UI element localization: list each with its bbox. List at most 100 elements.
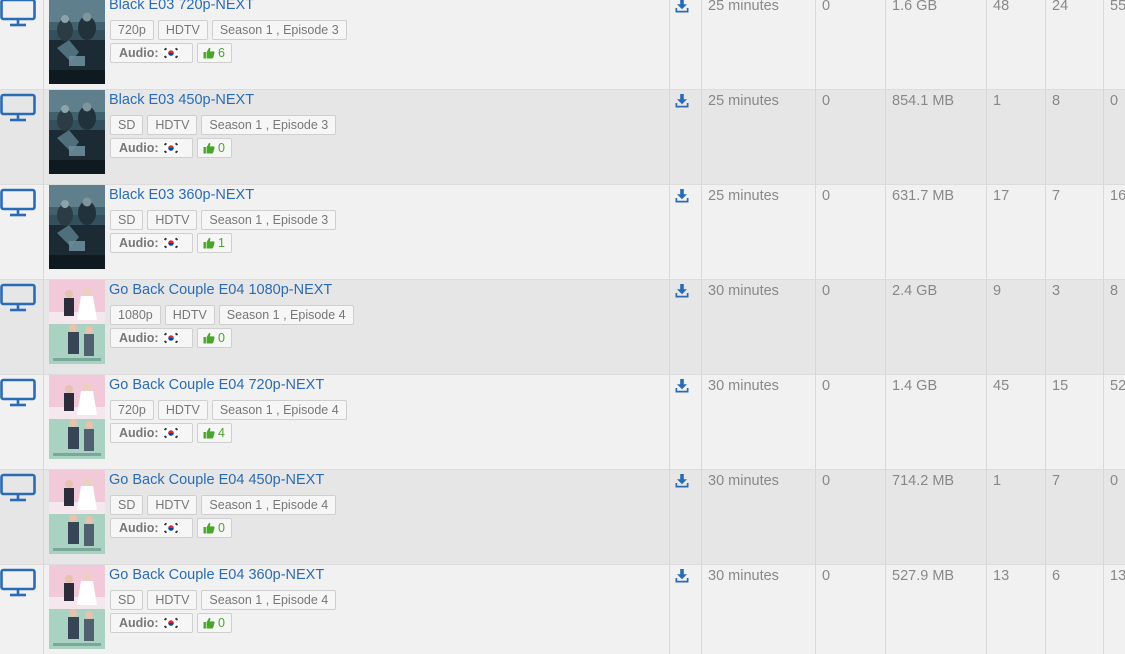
poster-image[interactable]	[49, 565, 105, 649]
tv-monitor-icon[interactable]	[0, 567, 36, 597]
leechers-cell: 6	[1046, 565, 1104, 654]
duration-cell: 25 minutes	[702, 185, 816, 280]
name-cell: Go Back Couple E04 360p-NEXT SD HDTV Seaso…	[44, 565, 670, 654]
download-icon[interactable]	[675, 0, 689, 13]
likes-count: 6	[218, 46, 225, 60]
south-korea-flag-icon	[162, 522, 179, 534]
audio-label: Audio:	[119, 141, 159, 155]
leechers-count: 7	[1052, 188, 1061, 204]
completed-count: 8	[1110, 283, 1119, 299]
size-cell: 714.2 MB	[886, 470, 987, 565]
seeders-cell: 48	[987, 0, 1046, 90]
likes-badge[interactable]: 4	[197, 423, 232, 443]
leechers-cell: 3	[1046, 280, 1104, 375]
likes-badge[interactable]: 0	[197, 613, 232, 633]
torrent-title-link[interactable]: Go Back Couple E04 720p-NEXT	[109, 377, 324, 393]
torrent-title-link[interactable]: Go Back Couple E04 1080p-NEXT	[109, 282, 332, 298]
tv-monitor-icon[interactable]	[0, 472, 36, 502]
meta-line: Audio: 4	[110, 423, 232, 443]
tag-list: SD HDTV Season 1 , Episode 3	[110, 115, 340, 135]
tv-monitor-icon[interactable]	[0, 187, 36, 217]
thumbs-up-icon	[203, 237, 215, 249]
poster-image[interactable]	[49, 375, 105, 459]
seeders-cell: 1	[987, 90, 1046, 185]
south-korea-flag-icon	[162, 332, 179, 344]
likes-badge[interactable]: 0	[197, 328, 232, 348]
size-value: 854.1 MB	[892, 93, 955, 109]
download-cell	[670, 280, 702, 375]
torrent-title-link[interactable]: Black E03 450p-NEXT	[109, 92, 254, 108]
comments-count: 0	[822, 283, 831, 299]
seeders-cell: 17	[987, 185, 1046, 280]
name-cell: Black E03 360p-NEXT SD HDTV Season 1 , Epi…	[44, 185, 670, 280]
download-icon[interactable]	[675, 189, 689, 203]
download-icon[interactable]	[675, 284, 689, 298]
torrent-title-link[interactable]: Black E03 360p-NEXT	[109, 187, 254, 203]
comments-cell: 0	[816, 470, 886, 565]
poster-image[interactable]	[49, 470, 105, 554]
likes-badge[interactable]: 0	[197, 518, 232, 538]
comments-count: 0	[822, 0, 831, 14]
likes-badge[interactable]: 1	[197, 233, 232, 253]
duration-cell: 30 minutes	[702, 470, 816, 565]
poster-image[interactable]	[49, 185, 105, 269]
size-cell: 1.6 GB	[886, 0, 987, 90]
likes-badge[interactable]: 6	[197, 43, 232, 63]
leechers-cell: 24	[1046, 0, 1104, 90]
source-tag: HDTV	[157, 20, 208, 40]
completed-count: 0	[1110, 473, 1119, 489]
poster-image[interactable]	[49, 0, 105, 84]
source-tag: HDTV	[147, 115, 198, 135]
category-cell	[0, 185, 44, 280]
duration-value: 25 minutes	[708, 188, 779, 204]
torrent-title-link[interactable]: Black E03 720p-NEXT	[109, 0, 254, 13]
quality-tag: SD	[110, 210, 144, 230]
completed-cell: 0	[1104, 470, 1125, 565]
torrent-title-link[interactable]: Go Back Couple E04 450p-NEXT	[109, 472, 324, 488]
download-icon[interactable]	[675, 94, 689, 108]
tv-monitor-icon[interactable]	[0, 92, 36, 122]
completed-count: 13	[1110, 568, 1125, 584]
seeders-count: 17	[993, 188, 1010, 204]
comments-cell: 0	[816, 185, 886, 280]
category-cell	[0, 280, 44, 375]
comments-cell: 0	[816, 565, 886, 654]
table-row: Black E03 450p-NEXT SD HDTV Season 1 , Epi…	[0, 90, 1125, 185]
table-row: Black E03 360p-NEXT SD HDTV Season 1 , Epi…	[0, 185, 1125, 280]
download-icon[interactable]	[675, 474, 689, 488]
likes-count: 0	[218, 616, 225, 630]
download-cell	[670, 375, 702, 470]
download-icon[interactable]	[675, 379, 689, 393]
table-row: Go Back Couple E04 450p-NEXT SD HDTV Seaso…	[0, 470, 1125, 565]
torrent-table: Black E03 720p-NEXT 720p HDTV Season 1 , E…	[0, 0, 1125, 654]
audio-badge: Audio:	[110, 423, 193, 443]
duration-value: 30 minutes	[708, 568, 779, 584]
leechers-count: 8	[1052, 93, 1061, 109]
completed-cell: 13	[1104, 565, 1125, 654]
tag-list: 1080p HDTV Season 1 , Episode 4	[110, 305, 358, 325]
likes-badge[interactable]: 0	[197, 138, 232, 158]
tag-list: SD HDTV Season 1 , Episode 3	[110, 210, 340, 230]
seeders-count: 13	[993, 568, 1010, 584]
duration-value: 30 minutes	[708, 283, 779, 299]
seeders-count: 45	[993, 378, 1010, 394]
tv-monitor-icon[interactable]	[0, 377, 36, 407]
tv-monitor-icon[interactable]	[0, 0, 36, 27]
audio-badge: Audio:	[110, 138, 193, 158]
table-row: Go Back Couple E04 720p-NEXT 720p HDTV Sea…	[0, 375, 1125, 470]
south-korea-flag-icon	[162, 237, 179, 249]
torrent-title-link[interactable]: Go Back Couple E04 360p-NEXT	[109, 567, 324, 583]
tv-monitor-icon[interactable]	[0, 282, 36, 312]
poster-image[interactable]	[49, 280, 105, 364]
episode-tag: Season 1 , Episode 3	[211, 20, 347, 40]
download-icon[interactable]	[675, 569, 689, 583]
thumbs-up-icon	[203, 617, 215, 629]
comments-cell: 0	[816, 375, 886, 470]
audio-label: Audio:	[119, 616, 159, 630]
meta-line: Audio: 0	[110, 138, 232, 158]
leechers-count: 6	[1052, 568, 1061, 584]
source-tag: HDTV	[147, 210, 198, 230]
leechers-cell: 7	[1046, 185, 1104, 280]
poster-image[interactable]	[49, 90, 105, 174]
south-korea-flag-icon	[162, 47, 179, 59]
